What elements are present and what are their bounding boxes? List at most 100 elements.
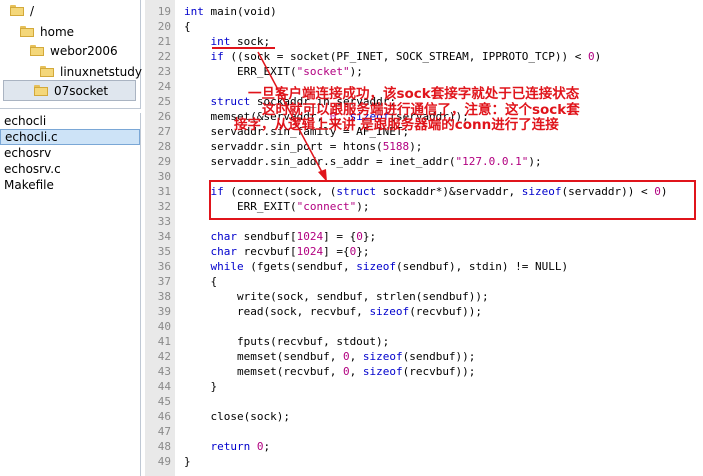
code-text: read(sock, recvbuf, [184,305,370,318]
code-text: ] ={ [323,245,350,258]
code-line: return 0; [184,439,271,454]
code-editor[interactable]: 19 20 21 22 23 24 25 26 27 28 29 30 31 32 33 34 35 36 37 38… [145,0,703,476]
code-line: memset(sendbuf, 0, sizeof(sendbuf)); [184,349,475,364]
code-text: ); [528,155,542,168]
code-text: ((sock = socket(PF_INET, SOCK_STREAM, IP… [223,50,588,63]
code-text: (sendbuf)); [402,350,476,363]
code-text: ); [349,65,363,78]
folder-icon [30,45,44,56]
annotation-line-3: 接字，从逻辑上来讲 是跟服务器端的conn进行了连接 [234,117,559,133]
file-list: echocli echocli.c echosrv echosrv.c Makefile [0,113,141,476]
annotation-underline [212,47,275,49]
file-item-2[interactable]: echosrv [0,145,140,161]
tree-item-label: / [30,3,35,18]
tree-item-label: home [40,24,75,39]
code-text: } [184,380,218,393]
tree-item-4[interactable]: 07socket [3,80,136,101]
tree-item-label: webor2006 [50,43,118,58]
line-number: 40 [157,320,171,333]
code-text: , [349,365,363,378]
code-number: 5188 [382,140,410,153]
code-text: ); [409,140,423,153]
line-number: 27 [157,125,171,138]
file-item-0[interactable]: echocli [0,113,140,129]
code-text: recvbuf[ [237,245,297,258]
code-number: 0 [342,365,350,378]
folder-icon [20,26,34,37]
line-number: 38 [157,290,171,303]
code-line: servaddr.sin_addr.s_addr = inet_addr("12… [184,154,542,169]
line-number: 46 [157,410,171,423]
line-number: 24 [157,80,171,93]
tree-item-2[interactable]: webor2006 [30,40,118,61]
tree-item-3[interactable]: linuxnetstudy [40,61,142,82]
code-keyword: sizeof [362,365,403,378]
line-number: 42 [157,350,171,363]
code-text: main(void) [203,5,277,18]
line-number: 34 [157,230,171,243]
code-text: , [349,350,363,363]
code-text: (recvbuf)); [402,365,476,378]
code-line: ERR_EXIT("socket"); [184,64,363,79]
line-number: 33 [157,215,171,228]
code-string: "socket" [296,65,350,78]
code-text: fputs(recvbuf, stdout); [184,335,390,348]
code-text: (fgets(sendbuf, [243,260,357,273]
code-text: (sendbuf), stdin) != NULL) [395,260,569,273]
code-text: }; [362,230,377,243]
line-number: 32 [157,200,171,213]
code-line: close(sock); [184,409,290,424]
code-text: ) [594,50,602,63]
code-text: ] = { [323,230,357,243]
tree-item-label: linuxnetstudy [60,64,142,79]
line-number: 21 [157,35,171,48]
line-number: 37 [157,275,171,288]
file-item-1[interactable]: echocli.c [0,129,140,145]
code-text: close(sock); [184,410,290,423]
code-text: { [184,275,218,288]
tree-item-0[interactable]: / [10,0,34,21]
code-number: 0 [588,50,595,63]
code-string: "127.0.0.1" [455,155,529,168]
line-number: 49 [157,455,171,468]
line-number: 30 [157,170,171,183]
line-number: 19 [157,5,171,18]
code-text: ERR_EXIT( [184,65,297,78]
line-number: 28 [157,140,171,153]
code-text: } [184,455,191,468]
code-keyword: sizeof [356,260,396,273]
code-number: 1024 [296,230,324,243]
code-number: 0 [256,440,264,453]
line-number-gutter: 19 20 21 22 23 24 25 26 27 28 29 30 31 32 33 34 35 36 37 38… [145,0,175,476]
file-item-3[interactable]: echosrv.c [0,161,140,177]
line-number: 35 [157,245,171,258]
code-text: ; [263,440,271,453]
line-number: 47 [157,425,171,438]
code-line: read(sock, recvbuf, sizeof(recvbuf)); [184,304,482,319]
code-line: char recvbuf[1024] ={0}; [184,244,370,259]
code-line: while (fgets(sendbuf, sizeof(sendbuf), s… [184,259,569,274]
line-number: 43 [157,365,171,378]
code-line: } [184,379,217,394]
line-number: 20 [157,20,171,33]
code-keyword: return [210,440,251,453]
code-line: servaddr.sin_port = htons(5188); [184,139,422,154]
file-item-4[interactable]: Makefile [0,177,140,193]
line-number: 25 [157,95,171,108]
line-number: 36 [157,260,171,273]
line-number: 22 [157,50,171,63]
line-number: 31 [157,185,171,198]
code-line: memset(recvbuf, 0, sizeof(recvbuf)); [184,364,475,379]
tree-item-1[interactable]: home [20,21,74,42]
code-text: servaddr.sin_addr.s_addr = inet_addr( [184,155,456,168]
code-keyword: char [210,245,238,258]
code-number: 0 [342,350,350,363]
code-text: (recvbuf)); [409,305,483,318]
code-line: fputs(recvbuf, stdout); [184,334,389,349]
folder-icon [10,5,24,16]
folder-icon [40,66,54,77]
